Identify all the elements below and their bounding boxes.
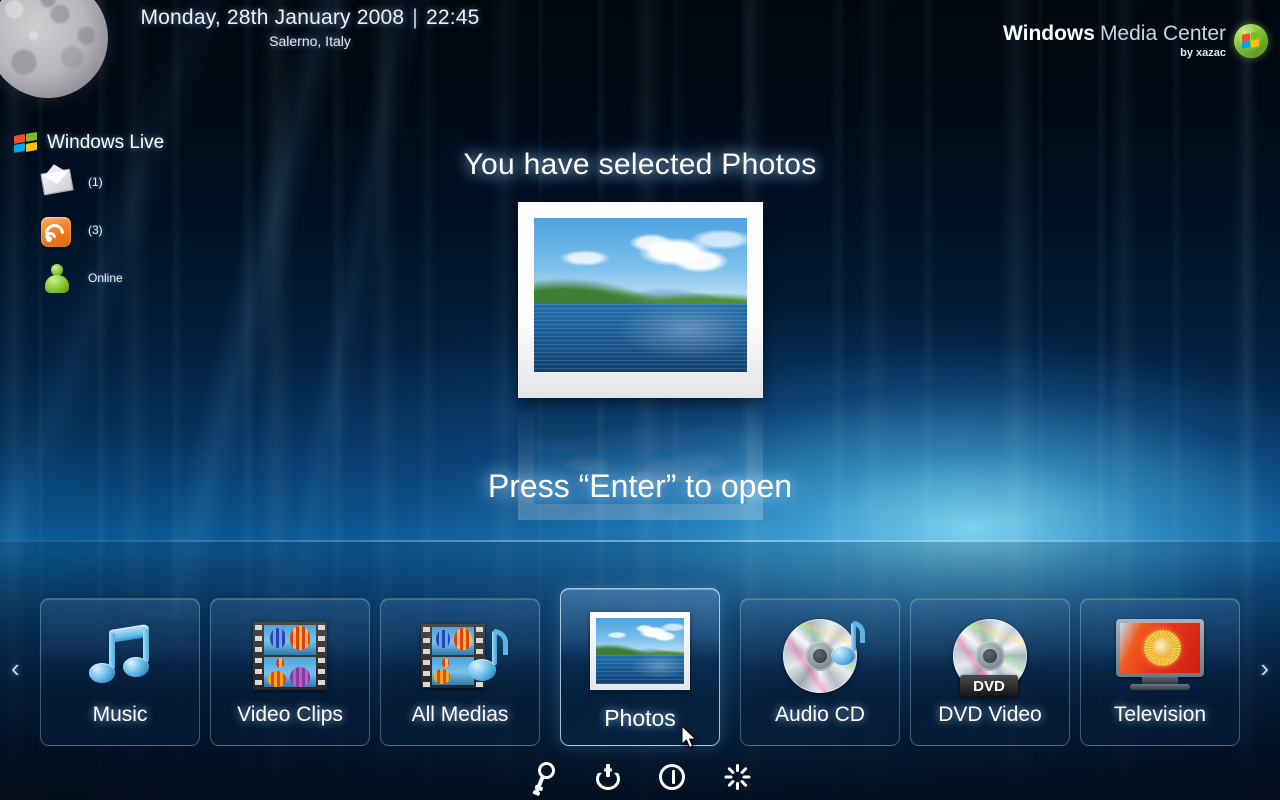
- film-strip-icon: [238, 615, 342, 697]
- brand-logo: Windows Media Center by xazac: [1003, 22, 1268, 59]
- windows-live-rss-row[interactable]: (3): [40, 210, 164, 250]
- rss-count: (3): [88, 223, 103, 237]
- cd-music-icon: [768, 615, 872, 697]
- film-and-note-icon: [408, 615, 512, 697]
- moon-icon: [0, 0, 108, 98]
- tile-label-video-clips: Video Clips: [237, 703, 343, 726]
- restart-spinner-icon[interactable]: [716, 758, 756, 798]
- clock-block: Monday, 28th January 2008 | 22:45 Salerno,…: [140, 6, 480, 49]
- date-time-separator: |: [412, 6, 418, 29]
- tile-all-medias[interactable]: All Medias: [380, 598, 540, 746]
- tile-photos[interactable]: Photos: [560, 588, 720, 746]
- tile-video-clips[interactable]: Video Clips: [210, 598, 370, 746]
- tile-label-music: Music: [92, 703, 148, 726]
- dvd-badge: DVD: [960, 675, 1018, 697]
- tile-label-photos: Photos: [604, 705, 676, 731]
- messenger-person-icon: [40, 261, 74, 295]
- brand-primary: Windows: [1002, 22, 1095, 45]
- brand-text: Windows Media Center by xazac: [1003, 22, 1226, 59]
- date-text: Monday, 28th January 2008: [140, 6, 405, 29]
- tile-music[interactable]: Music: [40, 598, 200, 746]
- windows-flag-glyph: [1241, 31, 1261, 49]
- page-title: You have selected Photos: [463, 148, 817, 181]
- media-tile-strip: Music Video Clips All Medias Photos Audi…: [0, 575, 1280, 750]
- strip-prev-arrow[interactable]: ‹: [11, 655, 20, 681]
- tile-label-audio-cd: Audio CD: [775, 703, 865, 726]
- instruction-text: Press “Enter” to open: [487, 468, 793, 504]
- rss-feed-icon: [40, 213, 74, 247]
- media-center-screen: Monday, 28th January 2008 | 22:45 Salerno,…: [0, 0, 1280, 800]
- windows-live-presence-row[interactable]: Online: [40, 258, 164, 298]
- location-text: Salerno, Italy: [269, 33, 351, 49]
- brand-title-line: Windows Media Center: [1003, 22, 1226, 46]
- landscape-image: [534, 218, 747, 372]
- windows-orb-icon: [1234, 23, 1268, 58]
- standby-icon[interactable]: [652, 758, 692, 798]
- music-note-icon: [68, 615, 172, 697]
- system-controls-bar: [0, 756, 1280, 800]
- photo-frame-icon: [588, 605, 692, 697]
- tile-television[interactable]: Television: [1080, 598, 1240, 746]
- strip-next-arrow[interactable]: ›: [1260, 655, 1269, 681]
- brand-secondary: Media Center: [1099, 22, 1226, 45]
- tile-label-all-medias: All Medias: [411, 703, 509, 726]
- power-icon[interactable]: [588, 758, 628, 798]
- television-icon: [1108, 615, 1212, 697]
- photo-landscape-preview: [518, 202, 763, 398]
- brand-author: by xazac: [1180, 47, 1226, 59]
- presence-status: Online: [88, 271, 123, 285]
- background-horizon-line: [0, 540, 1280, 542]
- dvd-disc-icon: DVD: [938, 615, 1042, 697]
- date-time-line: Monday, 28th January 2008 | 22:45: [140, 6, 480, 30]
- tile-audio-cd[interactable]: Audio CD: [740, 598, 900, 746]
- lock-key-icon[interactable]: [524, 758, 564, 798]
- tile-label-dvd-video: DVD Video: [938, 703, 1042, 726]
- time-text: 22:45: [425, 6, 480, 29]
- tile-label-television: Television: [1113, 703, 1207, 726]
- tile-dvd-video[interactable]: DVD DVD Video: [910, 598, 1070, 746]
